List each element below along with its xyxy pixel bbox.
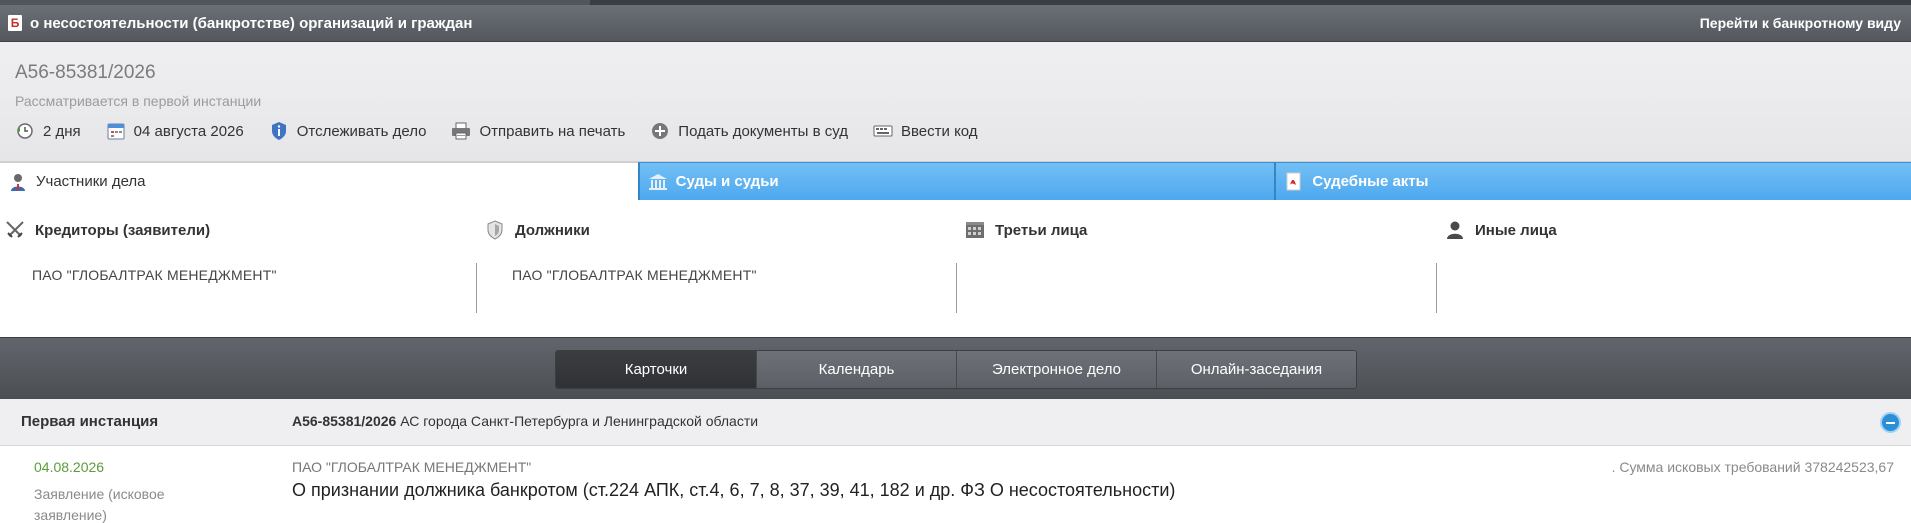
elapsed-days-label: 2 дня: [43, 122, 81, 140]
submit-documents-label: Подать документы в суд: [678, 122, 848, 140]
instance-court: АС города Санкт-Петербурга и Ленинградск…: [400, 413, 759, 429]
document-type: Заявление (исковое заявление): [34, 486, 165, 523]
case-header: А56-85381/2026 Рассматривается в первой …: [0, 42, 1911, 162]
participants-panel: Кредиторы (заявители) ПАО "ГЛОБАЛТРАК МЕ…: [0, 200, 1911, 337]
keyboard-icon: [873, 121, 893, 141]
tab-courts-judges-label: Суды и судьи: [675, 173, 779, 190]
print-label: Отправить на печать: [479, 122, 626, 140]
column-divider: [1436, 263, 1437, 313]
creditors-title: Кредиторы (заявители): [35, 221, 211, 239]
creditors-header: Кредиторы (заявители): [5, 220, 485, 240]
pdf-icon: [1284, 172, 1304, 192]
enter-code-button[interactable]: Ввести код: [873, 121, 978, 141]
plus-circle-icon: [650, 121, 670, 141]
third-parties-header: Третьи лица: [965, 220, 1445, 240]
view-switch: Карточки Календарь Электронное дело Онла…: [555, 350, 1357, 389]
person-icon: [8, 172, 28, 192]
hearing-date[interactable]: 04 августа 2026: [106, 121, 244, 141]
app-title: о несостоятельности (банкротстве) органи…: [30, 14, 473, 32]
instance-case-number: А56-85381/2026: [292, 413, 397, 429]
document-date: 04.08.2026: [34, 459, 105, 475]
creditors-column: Кредиторы (заявители) ПАО "ГЛОБАЛТРАК МЕ…: [5, 220, 485, 283]
shield-icon: [485, 220, 505, 240]
enter-code-label: Ввести код: [901, 122, 978, 140]
creditor-name[interactable]: ПАО "ГЛОБАЛТРАК МЕНЕДЖМЕНТ": [32, 267, 277, 283]
tab-judicial-acts-label: Судебные акты: [1312, 173, 1429, 190]
collapse-icon[interactable]: [1880, 412, 1901, 433]
view-electronic-case-button[interactable]: Электронное дело: [956, 351, 1156, 388]
instance-case: А56-85381/2026 АС города Санкт-Петербург…: [292, 413, 758, 429]
calendar-icon: [106, 121, 126, 141]
view-calendar-button[interactable]: Календарь: [756, 351, 956, 388]
view-switch-bar: Карточки Календарь Электронное дело Онла…: [0, 337, 1911, 399]
other-persons-title: Иные лица: [1475, 221, 1557, 239]
debtors-column: Должники ПАО "ГЛОБАЛТРАК МЕНЕДЖМЕНТ": [485, 220, 965, 283]
print-button[interactable]: Отправить на печать: [451, 121, 625, 141]
instance-label: Первая инстанция: [21, 413, 159, 430]
hearing-date-label: 04 августа 2026: [133, 122, 244, 140]
title-bar: Б о несостоятельности (банкротстве) орга…: [0, 5, 1911, 42]
go-to-bankruptcy-view-link[interactable]: Перейти к банкротному виду: [1700, 15, 1903, 31]
track-case-button[interactable]: Отслеживать дело: [269, 121, 427, 141]
case-number: А56-85381/2026: [15, 62, 156, 83]
tab-courts-judges[interactable]: Суды и судьи: [637, 162, 1275, 200]
third-parties-column: Третьи лица: [965, 220, 1445, 240]
other-persons-column: Иные лица: [1445, 220, 1911, 240]
tab-participants[interactable]: Участники дела: [0, 162, 638, 200]
document-row: 04.08.2026 Заявление (исковое заявление)…: [0, 446, 1911, 523]
building-icon: [965, 220, 985, 240]
history-icon: [15, 121, 35, 141]
shield-info-icon: [269, 121, 289, 141]
document-party[interactable]: ПАО "ГЛОБАЛТРАК МЕНЕДЖМЕНТ": [292, 459, 531, 475]
courthouse-icon: [648, 172, 668, 192]
user-icon: [1445, 220, 1465, 240]
third-parties-title: Третьи лица: [995, 221, 1088, 239]
debtor-name[interactable]: ПАО "ГЛОБАЛТРАК МЕНЕДЖМЕНТ": [512, 267, 757, 283]
printer-icon: [451, 121, 471, 141]
column-divider: [476, 263, 477, 313]
document-title[interactable]: О признании должника банкротом (ст.224 А…: [292, 480, 1175, 501]
bankruptcy-logo-icon: Б: [8, 15, 22, 31]
case-actions: 2 дня 04 августа 2026 Отслеживать дело О…: [15, 121, 978, 141]
tab-participants-label: Участники дела: [36, 173, 146, 190]
submit-documents-button[interactable]: Подать документы в суд: [650, 121, 848, 141]
column-divider: [956, 263, 957, 313]
view-online-hearings-button[interactable]: Онлайн-заседания: [1156, 351, 1356, 388]
view-cards-button[interactable]: Карточки: [556, 351, 756, 388]
case-status: Рассматривается в первой инстанции: [15, 93, 262, 109]
tab-judicial-acts[interactable]: Судебные акты: [1274, 162, 1911, 200]
debtors-title: Должники: [515, 221, 590, 239]
claim-sum: . Сумма исковых требований 378242523,67: [1611, 459, 1894, 475]
case-tabs: Участники дела Суды и судьи Судебные акт…: [0, 162, 1911, 200]
elapsed-days[interactable]: 2 дня: [15, 121, 81, 141]
debtors-header: Должники: [485, 220, 965, 240]
track-case-label: Отслеживать дело: [296, 122, 427, 140]
title-group: Б о несостоятельности (банкротстве) орга…: [8, 15, 472, 32]
swords-icon: [5, 220, 25, 240]
instance-row: Первая инстанция А56-85381/2026 АС город…: [0, 399, 1911, 446]
other-persons-header: Иные лица: [1445, 220, 1911, 240]
